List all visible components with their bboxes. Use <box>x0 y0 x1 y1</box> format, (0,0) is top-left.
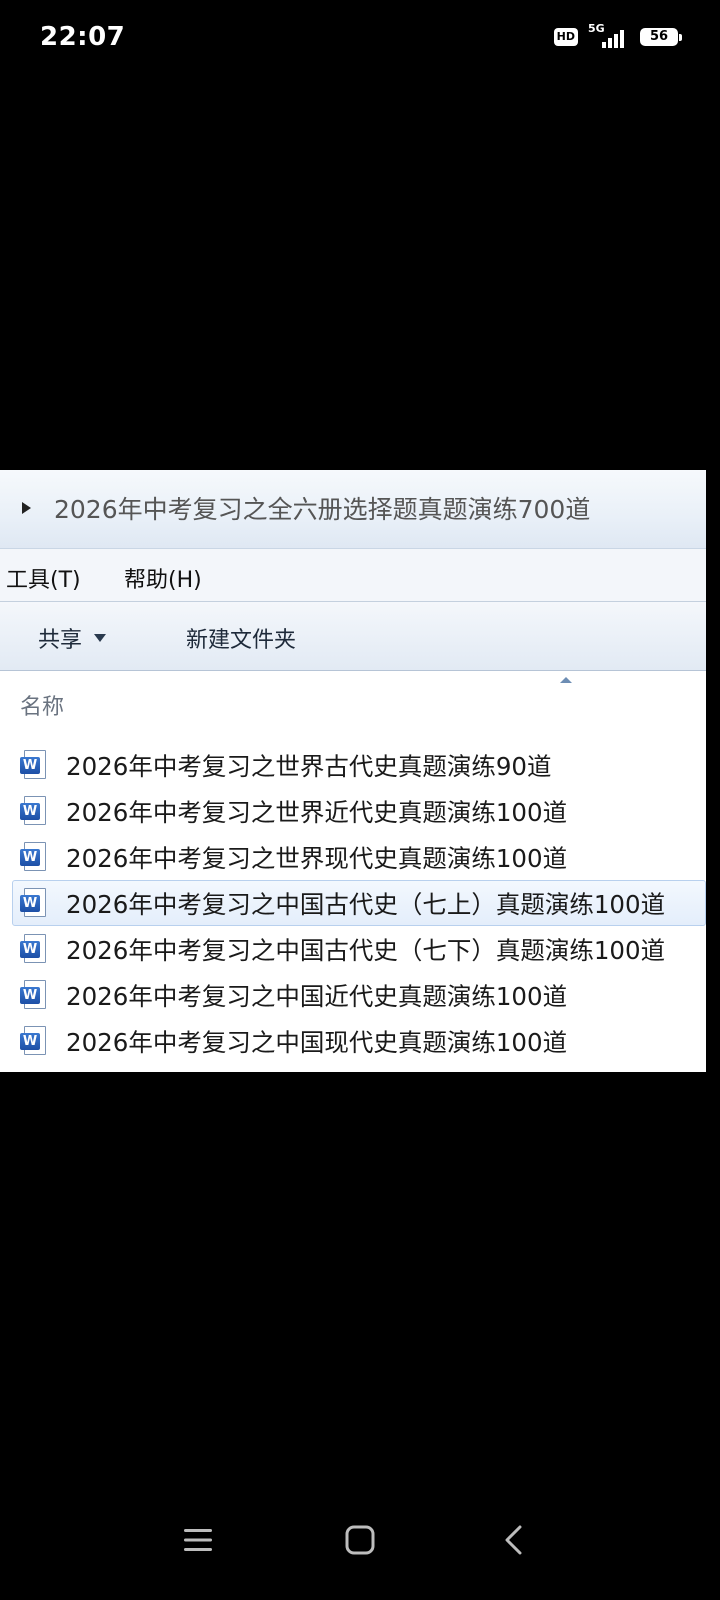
battery-icon: 56 <box>640 28 682 46</box>
word-doc-icon: W <box>20 888 48 918</box>
address-path[interactable]: 2026年中考复习之全六册选择题真题演练700道 <box>54 490 590 526</box>
file-row[interactable]: W 2026年中考复习之世界现代史真题演练100道 <box>0 834 706 880</box>
file-row-selected[interactable]: W 2026年中考复习之中国古代史（七上）真题演练100道 <box>12 880 706 926</box>
chevron-down-icon <box>94 634 107 642</box>
address-bar[interactable]: 2026年中考复习之全六册选择题真题演练700道 <box>0 470 706 549</box>
column-name-header[interactable]: 名称 <box>20 689 64 721</box>
file-row[interactable]: W 2026年中考复习之世界古代史真题演练90道 <box>0 742 706 788</box>
status-icons: HD 5G 56 <box>553 22 682 50</box>
recent-apps-button[interactable] <box>178 1520 218 1560</box>
hd-voice-icon: HD <box>553 28 578 46</box>
sort-ascending-icon <box>560 677 572 683</box>
file-name: 2026年中考复习之中国古代史（七下）真题演练100道 <box>66 935 666 965</box>
back-button[interactable] <box>494 1520 534 1560</box>
status-time: 22:07 <box>40 22 126 52</box>
file-name: 2026年中考复习之中国近代史真题演练100道 <box>66 981 568 1011</box>
file-name: 2026年中考复习之中国现代史真题演练100道 <box>66 1027 568 1057</box>
column-header: 名称 <box>0 671 706 733</box>
file-row[interactable]: W 2026年中考复习之世界近代史真题演练100道 <box>0 788 706 834</box>
menu-tools[interactable]: 工具(T) <box>6 562 81 594</box>
word-doc-icon: W <box>20 842 48 872</box>
word-doc-icon: W <box>20 980 48 1010</box>
new-folder-label: 新建文件夹 <box>186 628 297 653</box>
breadcrumb-expand-icon[interactable] <box>22 502 31 514</box>
file-name: 2026年中考复习之世界古代史真题演练90道 <box>66 751 552 781</box>
home-button[interactable] <box>340 1520 380 1560</box>
share-label: 共享 <box>38 628 83 653</box>
status-bar: 22:07 HD 5G 56 <box>0 0 720 80</box>
file-name: 2026年中考复习之中国古代史（七上）真题演练100道 <box>66 889 666 919</box>
new-folder-button[interactable]: 新建文件夹 <box>186 622 296 654</box>
file-list: W 2026年中考复习之世界古代史真题演练90道 W 2026年中考复习之世界近… <box>0 742 706 1064</box>
home-square-icon <box>345 1525 375 1555</box>
command-toolbar: 共享 新建文件夹 <box>0 602 706 671</box>
file-name: 2026年中考复习之世界现代史真题演练100道 <box>66 843 568 873</box>
file-row[interactable]: W 2026年中考复习之中国古代史（七下）真题演练100道 <box>0 926 706 972</box>
word-doc-icon: W <box>20 934 48 964</box>
file-name: 2026年中考复习之世界近代史真题演练100道 <box>66 797 568 827</box>
file-row[interactable]: W 2026年中考复习之中国现代史真题演练100道 <box>0 1018 706 1064</box>
back-chevron-icon <box>505 1525 522 1555</box>
menu-help[interactable]: 帮助(H) <box>124 562 202 594</box>
word-doc-icon: W <box>20 796 48 826</box>
word-doc-icon: W <box>20 750 48 780</box>
cellular-signal-icon: 5G <box>586 22 632 50</box>
navigation-bar <box>0 1480 720 1600</box>
file-explorer-window: 2026年中考复习之全六册选择题真题演练700道 工具(T) 帮助(H) 共享 … <box>0 470 706 1072</box>
share-button[interactable]: 共享 <box>38 622 107 654</box>
menu-bar: 工具(T) 帮助(H) <box>0 549 706 602</box>
word-doc-icon: W <box>20 1026 48 1056</box>
battery-level: 56 <box>649 29 669 44</box>
menu-icon <box>184 1529 212 1551</box>
file-row[interactable]: W 2026年中考复习之中国近代史真题演练100道 <box>0 972 706 1018</box>
